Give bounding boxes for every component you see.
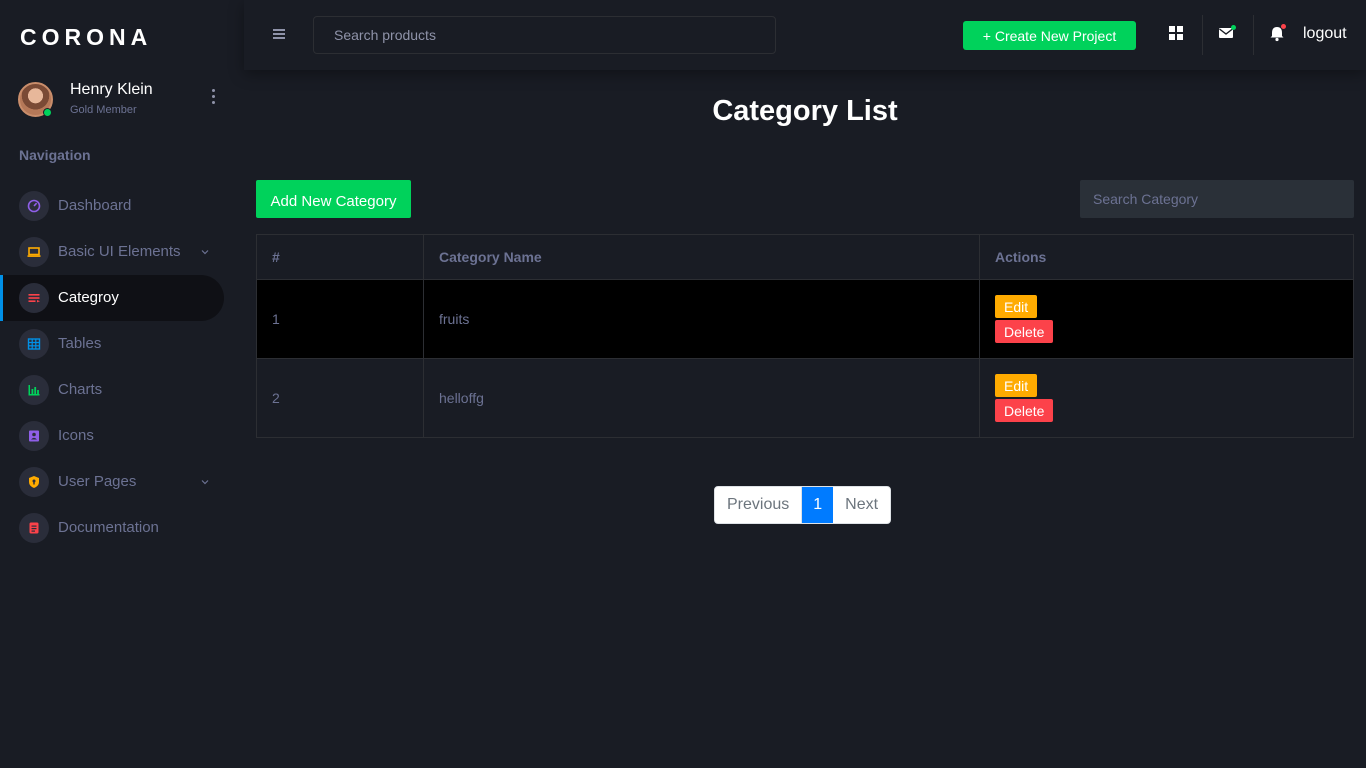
laptop-icon — [19, 237, 49, 267]
pagination-previous[interactable]: Previous — [715, 487, 803, 523]
sidebar-item-charts[interactable]: Charts — [0, 367, 244, 413]
sidebar-item-icons[interactable]: Icons — [0, 413, 244, 459]
category-name: helloffg — [423, 358, 980, 438]
online-status-dot — [43, 108, 52, 117]
nav-list: Dashboard Basic UI Elements Categroy Tab… — [0, 183, 244, 551]
profile-role: Gold Member — [70, 104, 137, 116]
row-number: 1 — [256, 279, 424, 359]
mail-icon[interactable] — [1216, 22, 1238, 44]
column-header-category-name: Category Name — [423, 234, 980, 280]
menu-icon[interactable] — [273, 29, 285, 39]
sidebar-item-label: Icons — [58, 427, 94, 444]
search-category-input[interactable] — [1080, 180, 1354, 218]
brand-logo[interactable]: CORONA — [20, 24, 152, 51]
column-header-number: # — [256, 234, 424, 280]
table-header-row: # Category Name Actions — [256, 234, 1354, 280]
security-icon — [19, 467, 49, 497]
create-new-project-button[interactable]: + Create New Project — [963, 21, 1136, 50]
topbar: + Create New Project logout — [244, 0, 1366, 70]
sidebar-item-label: Categroy — [58, 289, 119, 306]
sidebar-item-label: User Pages — [58, 473, 137, 490]
divider — [1202, 15, 1203, 55]
chevron-down-icon — [200, 474, 210, 492]
sidebar-item-label: Charts — [58, 381, 103, 398]
sidebar-item-categroy[interactable]: Categroy — [0, 275, 224, 321]
sidebar-item-user-pages[interactable]: User Pages — [0, 459, 244, 505]
pagination-next[interactable]: Next — [833, 487, 891, 523]
chevron-down-icon — [200, 244, 210, 262]
row-actions: Edit Delete — [979, 279, 1354, 359]
sidebar-item-documentation[interactable]: Documentation — [0, 505, 244, 551]
grid-icon[interactable] — [1165, 22, 1187, 44]
search-products-input[interactable] — [313, 16, 776, 54]
pagination: Previous 1 Next — [714, 486, 892, 524]
sidebar: CORONA Henry Klein Gold Member Navigatio… — [0, 0, 244, 768]
delete-button[interactable]: Delete — [995, 320, 1054, 343]
bell-icon[interactable] — [1267, 22, 1289, 44]
sidebar-item-label: Documentation — [58, 519, 159, 536]
contacts-icon — [19, 421, 49, 451]
row-actions: Edit Delete — [979, 358, 1354, 438]
divider — [1253, 15, 1254, 55]
sidebar-item-label: Basic UI Elements — [58, 243, 181, 260]
add-new-category-button[interactable]: Add New Category — [256, 180, 411, 218]
edit-button[interactable]: Edit — [995, 295, 1038, 318]
sidebar-item-dashboard[interactable]: Dashboard — [0, 183, 244, 229]
category-table: # Category Name Actions 1 fruits Edit De… — [256, 234, 1354, 438]
row-number: 2 — [256, 358, 424, 438]
edit-button[interactable]: Edit — [995, 374, 1038, 397]
category-name: fruits — [423, 279, 980, 359]
nav-heading: Navigation — [19, 147, 91, 163]
file-document-icon — [19, 513, 49, 543]
list-icon — [19, 283, 49, 313]
chart-bar-icon — [19, 375, 49, 405]
sidebar-item-label: Dashboard — [58, 197, 132, 214]
table-icon — [19, 329, 49, 359]
table-row: 1 fruits Edit Delete — [256, 279, 1354, 359]
sidebar-item-label: Tables — [58, 335, 102, 352]
dots-vertical-icon[interactable] — [209, 89, 217, 105]
pagination-page-current[interactable]: 1 — [802, 487, 834, 523]
logout-link[interactable]: logout — [1303, 25, 1347, 43]
table-row: 2 helloffg Edit Delete — [256, 358, 1354, 438]
column-header-actions: Actions — [979, 234, 1354, 280]
speedometer-icon — [19, 191, 49, 221]
page-title: Category List — [712, 95, 898, 127]
delete-button[interactable]: Delete — [995, 399, 1054, 422]
profile: Henry Klein Gold Member — [18, 80, 228, 120]
sidebar-item-tables[interactable]: Tables — [0, 321, 244, 367]
profile-name: Henry Klein — [70, 81, 153, 98]
sidebar-item-basic-ui[interactable]: Basic UI Elements — [0, 229, 244, 275]
